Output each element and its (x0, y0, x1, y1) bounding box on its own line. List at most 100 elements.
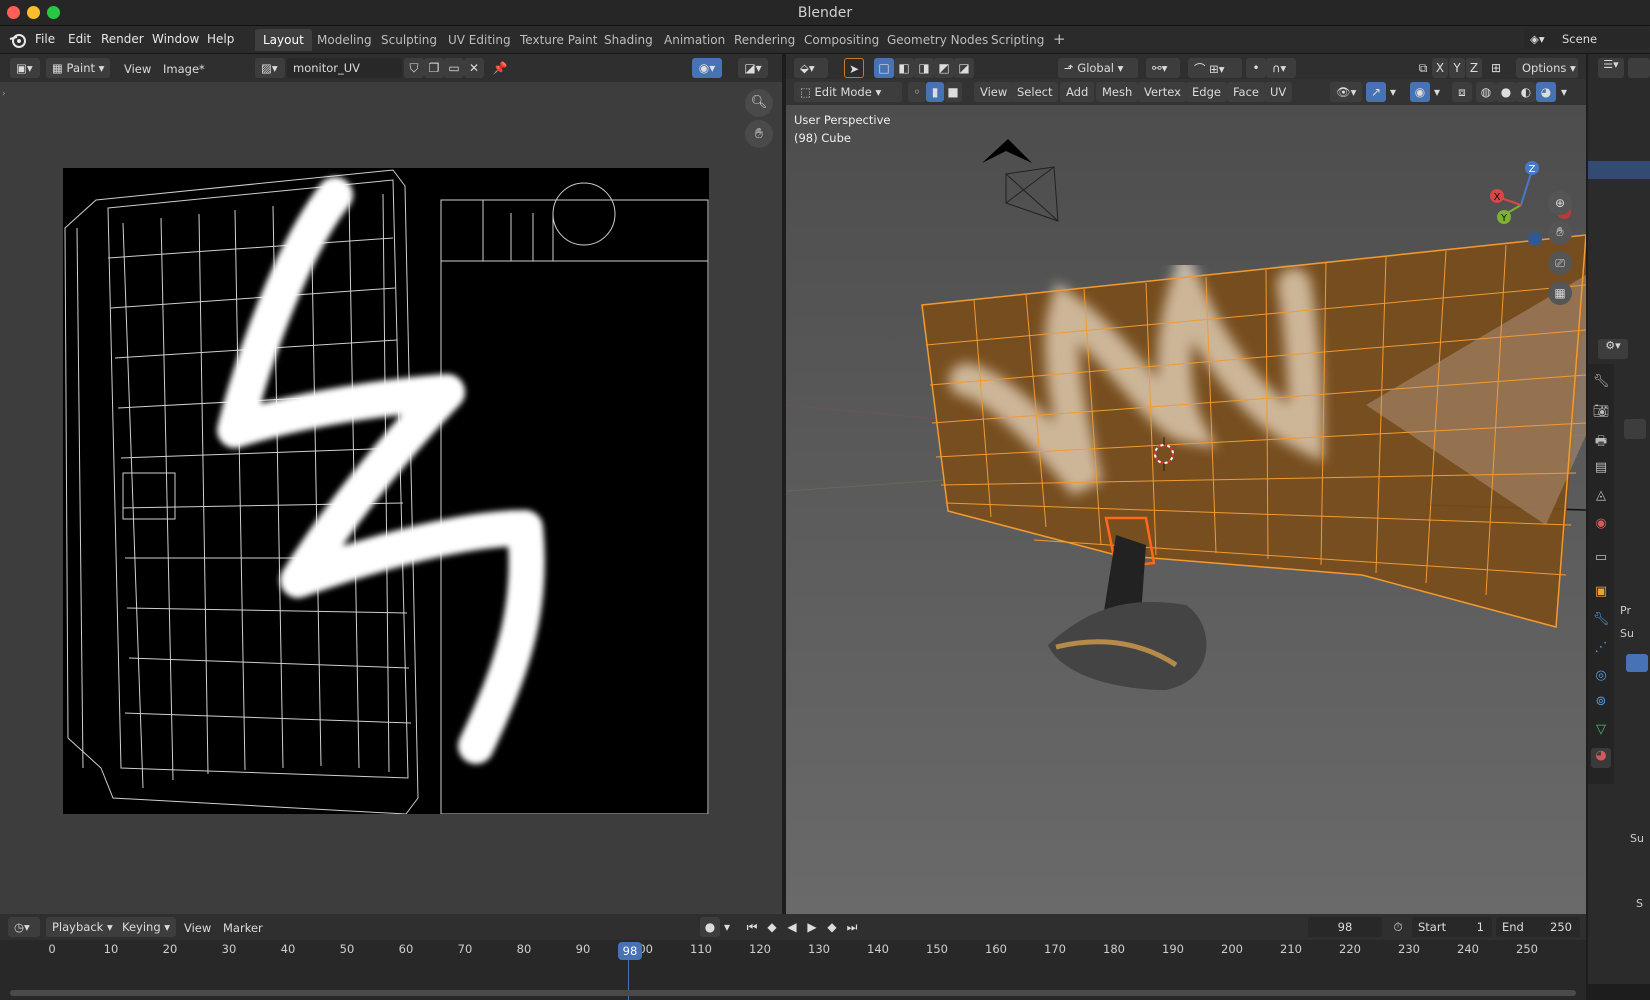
mirror-z-toggle[interactable]: Z (1466, 58, 1482, 78)
edit-mode-dropdown[interactable]: ⬚ Edit Mode ▾ (794, 82, 902, 102)
camera-view-icon[interactable]: ⎚ (1548, 251, 1572, 275)
add-workspace-icon[interactable]: + (1047, 29, 1072, 51)
timeline-view-menu[interactable]: View (184, 921, 211, 935)
collection-properties-icon[interactable]: ▭ (1591, 550, 1611, 570)
proportional-editing-icon[interactable]: • (1246, 58, 1266, 78)
gizmo-toggle-icon[interactable]: ↗ (1366, 82, 1386, 102)
rendered-shading-icon[interactable]: ◕ (1536, 82, 1556, 102)
editor-type-icon[interactable]: ▣▾ (10, 58, 40, 78)
open-folder-icon[interactable]: ▭ (444, 58, 464, 78)
render-properties-icon[interactable]: 📷︎ (1591, 404, 1611, 424)
timeline-track[interactable]: 0 10 20 30 40 50 60 70 80 90 100 110 120 130 140 150 160… (0, 940, 1586, 1000)
transform-orientation-dropdown[interactable]: ⬏ Global ▾ (1058, 58, 1138, 78)
output-properties-icon[interactable]: 🖶 (1591, 432, 1611, 452)
preview-range-clock-icon[interactable]: ⏱ (1388, 917, 1408, 937)
viewport-menu-select[interactable]: Select (1011, 82, 1059, 102)
select-mode-invert-icon[interactable]: ◩ (934, 58, 954, 78)
auto-merge-icon[interactable]: ⊞ (1486, 58, 1506, 78)
outliner-type-icon[interactable]: ☰▾ (1598, 58, 1624, 78)
menu-edit[interactable]: Edit (68, 32, 91, 46)
pin-icon[interactable]: 📌 (490, 58, 510, 78)
scene-selector-icon[interactable]: ◈▾ (1524, 29, 1560, 49)
blender-logo-icon[interactable] (9, 31, 27, 49)
viewport-menu-view[interactable]: View (974, 82, 1014, 102)
current-frame-field[interactable]: 98 (1308, 917, 1382, 937)
vertex-select-icon[interactable]: ◦ (908, 82, 926, 102)
pivot-point-icon[interactable]: ⚯▾ (1146, 58, 1180, 78)
unlink-image-icon[interactable]: ✕ (464, 58, 484, 78)
overlays-toggle-icon[interactable]: ◉ (1410, 82, 1430, 102)
mirror-icon[interactable]: ⧉ (1413, 58, 1433, 78)
tab-modeling[interactable]: Modeling (309, 29, 380, 51)
play-icon[interactable]: ▶ (802, 917, 822, 937)
end-frame-field[interactable]: End 250 (1496, 917, 1580, 937)
duplicate-image-icon[interactable]: ❐ (424, 58, 444, 78)
overlays-dropdown-icon[interactable]: ▾ (1430, 82, 1444, 102)
modifier-properties-icon[interactable]: 🔧︎ (1591, 612, 1611, 632)
image-menu[interactable]: Image* (163, 62, 205, 76)
viewport-editor-type-icon[interactable]: ⬙▾ (794, 58, 828, 78)
jump-start-icon[interactable]: ⏮ (742, 917, 762, 937)
mirror-x-toggle[interactable]: X (1432, 58, 1448, 78)
jump-end-icon[interactable]: ⏭ (842, 917, 862, 937)
image-view-menu[interactable]: View (124, 62, 151, 76)
viewport-menu-mesh[interactable]: Mesh (1096, 82, 1139, 102)
keying-set-dropdown-icon[interactable]: ▾ (720, 917, 734, 937)
material-shading-icon[interactable]: ◐ (1516, 82, 1536, 102)
viewport-menu-uv[interactable]: UV (1264, 82, 1293, 102)
pan-hand-icon[interactable]: ✋︎ (745, 120, 773, 148)
world-properties-icon[interactable]: ◉ (1591, 516, 1611, 536)
menu-window[interactable]: Window (152, 32, 199, 46)
overlay-toggle-icon[interactable]: ◉▾ (692, 58, 722, 78)
playhead-frame-badge[interactable]: 98 (618, 942, 642, 960)
tab-scripting[interactable]: Scripting (983, 29, 1052, 51)
select-mode-subtract-icon[interactable]: ◨ (914, 58, 934, 78)
outliner-selected-row[interactable] (1588, 161, 1650, 179)
viewport-menu-edge[interactable]: Edge (1186, 82, 1227, 102)
viewport-pan-hand-icon[interactable]: ✋︎ (1548, 221, 1572, 245)
tab-compositing[interactable]: Compositing (796, 29, 887, 51)
image-browse-icon[interactable]: ▨▾ (255, 58, 285, 78)
prev-keyframe-icon[interactable]: ◆ (762, 917, 782, 937)
tab-rendering[interactable]: Rendering (726, 29, 803, 51)
tab-sculpting[interactable]: Sculpting (373, 29, 445, 51)
face-select-icon[interactable]: ■ (944, 82, 962, 102)
scene-properties-icon[interactable]: ◬ (1591, 488, 1611, 508)
visibility-icon[interactable]: 👁▾ (1330, 82, 1362, 102)
menu-file[interactable]: File (35, 32, 55, 46)
constraints-properties-icon[interactable]: ⊚ (1591, 694, 1611, 714)
marker-menu[interactable]: Marker (223, 921, 263, 935)
panel-collapsed-label[interactable]: Pr (1620, 604, 1631, 617)
image-name-field[interactable]: monitor_UV (287, 58, 402, 78)
select-tool-icon[interactable]: ➤ (844, 58, 864, 78)
panel-expanded-label[interactable]: Su (1620, 627, 1634, 640)
outliner-filter-icon[interactable] (1628, 58, 1650, 78)
menu-render[interactable]: Render (101, 32, 144, 46)
menu-help[interactable]: Help (207, 32, 234, 46)
viewport-zoom-icon[interactable]: ⊕ (1548, 191, 1572, 215)
snapping-icon[interactable]: ⌒ ⊞▾ (1188, 58, 1242, 78)
display-channels-icon[interactable]: ◪▾ (738, 58, 768, 78)
select-mode-intersect-icon[interactable]: ◪ (954, 58, 974, 78)
shading-dropdown-icon[interactable]: ▾ (1556, 82, 1572, 102)
mirror-y-toggle[interactable]: Y (1449, 58, 1465, 78)
tab-shading[interactable]: Shading (596, 29, 661, 51)
timeline-scrollbar[interactable] (10, 990, 1576, 996)
properties-type-icon[interactable]: ⚙▾ (1598, 339, 1628, 359)
edge-select-icon[interactable]: ▮ (926, 82, 944, 102)
ortho-toggle-icon[interactable]: ▦ (1548, 281, 1572, 305)
tab-geometry-nodes[interactable]: Geometry Nodes (879, 29, 996, 51)
material-properties-icon[interactable]: ◕ (1591, 748, 1611, 768)
next-keyframe-icon[interactable]: ◆ (822, 917, 842, 937)
view-layer-icon[interactable]: ▤ (1591, 460, 1611, 480)
tab-layout[interactable]: Layout (255, 29, 312, 51)
select-mode-new-icon[interactable]: □ (874, 58, 894, 78)
scene-name-field[interactable]: Scene (1556, 29, 1650, 49)
solid-shading-icon[interactable]: ● (1496, 82, 1516, 102)
tab-animation[interactable]: Animation (656, 29, 733, 51)
auto-keying-icon[interactable]: ● (700, 917, 720, 937)
tool-properties-icon[interactable]: 🔧︎ (1591, 374, 1611, 394)
play-reverse-icon[interactable]: ◀ (782, 917, 802, 937)
data-properties-icon[interactable]: ▽ (1591, 722, 1611, 742)
select-mode-extend-icon[interactable]: ◧ (894, 58, 914, 78)
